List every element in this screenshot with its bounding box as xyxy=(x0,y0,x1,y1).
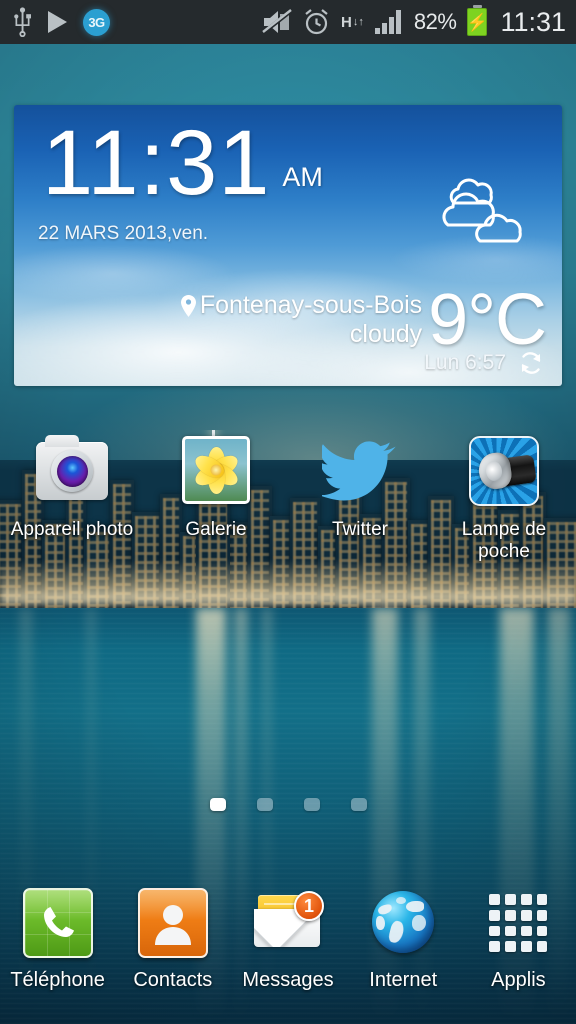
messages-icon[interactable]: 1 xyxy=(253,888,324,958)
app-camera[interactable]: Appareil photo xyxy=(0,432,144,563)
dock-label: Contacts xyxy=(133,969,213,991)
dock-label: Téléphone xyxy=(10,969,105,991)
dock-contacts[interactable]: Contacts xyxy=(115,888,230,992)
charging-bolt-icon: ⚡ xyxy=(466,12,489,32)
dock: Téléphone Contacts 1 Messages Internet A… xyxy=(0,874,576,1024)
mute-icon xyxy=(262,9,293,35)
refresh-icon[interactable] xyxy=(518,350,544,376)
app-twitter[interactable]: Twitter xyxy=(288,432,432,563)
app-flashlight[interactable]: Lampe de poche xyxy=(432,432,576,563)
widget-temperature: 9 xyxy=(428,280,468,360)
data-arrows-icon: ↓↑ xyxy=(352,16,364,28)
status-bar[interactable]: 3G H ↓↑ 82% ⚡ 11:31 xyxy=(0,0,576,44)
app-label: Twitter xyxy=(332,519,388,540)
android-home-screen: 3G H ↓↑ 82% ⚡ 11:31 11:31 AM 22 MARS 201… xyxy=(0,0,576,1024)
status-bar-clock: 11:31 xyxy=(500,6,566,37)
page-dot-1[interactable] xyxy=(209,798,226,811)
page-dot-2[interactable] xyxy=(256,798,273,811)
battery-percent: 82% xyxy=(413,9,457,34)
widget-location: Fontenay-sous-Bois xyxy=(199,291,423,319)
flashlight-icon[interactable] xyxy=(465,432,543,510)
hspa-data-icon: H ↓↑ xyxy=(341,13,364,31)
dock-messages[interactable]: 1 Messages xyxy=(230,888,345,992)
widget-meridiem: AM xyxy=(282,162,323,192)
contacts-icon[interactable] xyxy=(137,888,208,958)
globe-icon[interactable] xyxy=(368,888,438,958)
hspa-letter: H xyxy=(341,13,352,31)
network-3g-icon: 3G xyxy=(83,8,110,36)
usb-icon xyxy=(14,7,31,37)
status-bar-right-group: H ↓↑ 82% ⚡ 11:31 xyxy=(262,5,566,38)
dock-apps[interactable]: Applis xyxy=(461,888,576,992)
app-label: Galerie xyxy=(185,519,247,540)
widget-footer: Lun 6:57 xyxy=(424,350,544,376)
gallery-icon[interactable] xyxy=(177,432,255,510)
widget-time: 11:31 xyxy=(42,112,271,214)
app-gallery[interactable]: Galerie xyxy=(144,432,288,563)
wallpaper-shore-glow xyxy=(0,560,576,606)
clock-weather-widget[interactable]: 11:31 AM 22 MARS 2013,ven. Fontenay-sous… xyxy=(14,105,562,386)
dock-label: Messages xyxy=(242,969,334,991)
widget-date: 22 MARS 2013,ven. xyxy=(38,223,209,244)
widget-weather-info[interactable]: Fontenay-sous-Bois cloudy 9 °C xyxy=(180,280,547,360)
dock-label: Internet xyxy=(369,969,438,991)
camera-icon[interactable] xyxy=(33,432,111,510)
home-app-row: Appareil photo Galerie Twitter Lampe de … xyxy=(0,432,576,563)
widget-temperature-block: 9 °C xyxy=(428,280,547,360)
dock-phone[interactable]: Téléphone xyxy=(0,888,115,992)
widget-condition: cloudy xyxy=(349,320,423,348)
app-label: Lampe de poche xyxy=(461,519,547,562)
widget-clock[interactable]: 11:31 AM xyxy=(42,112,323,214)
dock-internet[interactable]: Internet xyxy=(346,888,461,992)
app-label: Appareil photo xyxy=(10,519,134,540)
widget-updated-time: Lun 6:57 xyxy=(424,351,506,374)
location-pin-icon xyxy=(180,294,196,317)
signal-bars-icon xyxy=(374,10,401,34)
dock-label: Applis xyxy=(491,969,546,991)
page-dot-3[interactable] xyxy=(303,798,320,811)
status-bar-left-group: 3G xyxy=(14,7,110,37)
page-indicator[interactable] xyxy=(0,798,576,811)
alarm-icon xyxy=(305,9,328,35)
phone-icon[interactable] xyxy=(22,888,93,958)
apps-grid-icon[interactable] xyxy=(483,888,553,958)
widget-degree-unit: °C xyxy=(467,280,547,360)
media-play-icon xyxy=(48,11,67,33)
twitter-icon[interactable] xyxy=(321,432,399,510)
battery-icon: ⚡ xyxy=(466,5,489,36)
page-dot-4[interactable] xyxy=(350,798,367,811)
messages-unread-badge: 1 xyxy=(294,891,324,921)
cloudy-icon xyxy=(442,178,522,243)
widget-location-row: Fontenay-sous-Bois xyxy=(180,291,423,320)
